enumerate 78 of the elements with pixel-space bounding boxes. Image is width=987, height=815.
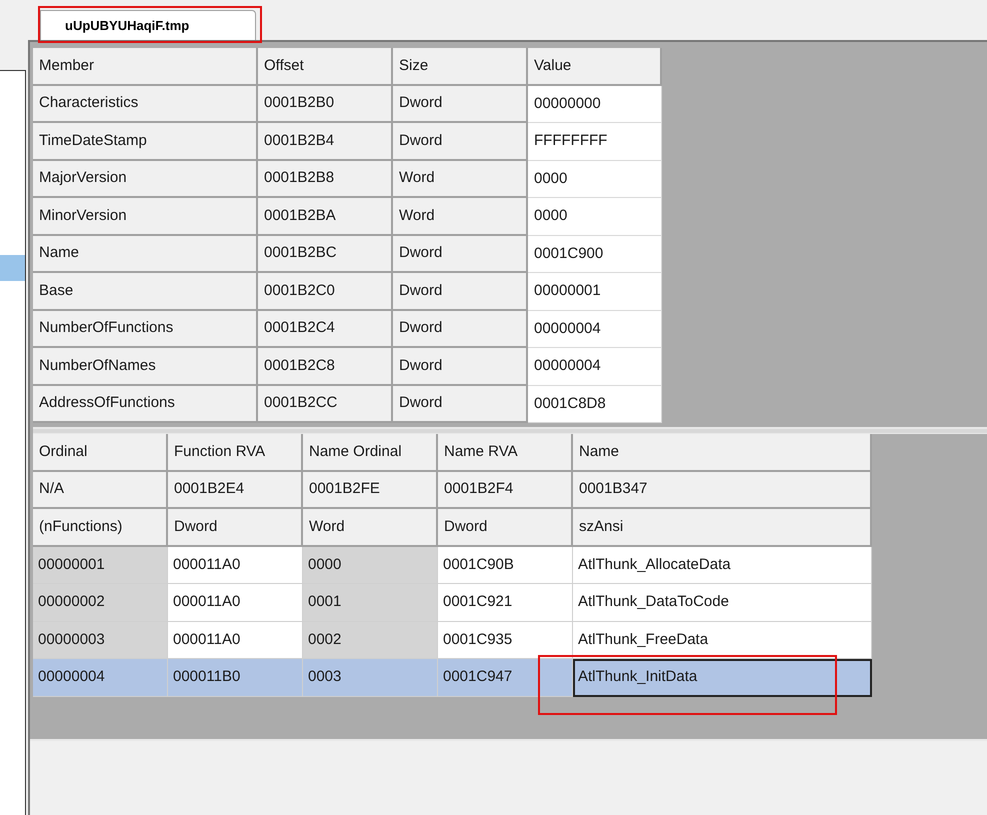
table-cell: Dword — [393, 348, 528, 386]
table-cell: 0001B2BC — [258, 236, 393, 273]
table-cell: Dword — [393, 310, 528, 348]
table-cell[interactable]: 000011B0 — [168, 659, 303, 696]
table-cell: MajorVersion — [33, 160, 258, 198]
table-cell: 0001B2C4 — [258, 310, 393, 348]
column-header[interactable]: Name — [573, 434, 872, 472]
table-cell[interactable]: 0000 — [303, 546, 438, 584]
table-cell[interactable]: 0001C935 — [438, 622, 573, 659]
table-cell: Dword — [393, 236, 528, 273]
table-cell: 00000004 — [528, 310, 662, 348]
table-cell[interactable]: 00000003 — [33, 622, 168, 659]
column-header[interactable]: Offset — [258, 48, 393, 86]
splitter[interactable] — [33, 427, 987, 434]
table-cell: 0001C900 — [528, 236, 662, 273]
table-cell[interactable]: 000011A0 — [168, 546, 303, 584]
table-cell: 0001B2FE — [303, 472, 438, 509]
table-cell: 0001B2B8 — [258, 160, 393, 198]
table-cell: 0001B2CC — [258, 386, 393, 423]
table-cell[interactable]: 0003 — [303, 659, 438, 696]
table-cell: 0001B2BA — [258, 198, 393, 236]
table-cell: 0001B2B0 — [258, 86, 393, 123]
table-cell: Dword — [393, 123, 528, 160]
tree-selection[interactable] — [0, 255, 25, 281]
table-cell: 0000 — [528, 198, 662, 236]
table-cell: MinorVersion — [33, 198, 258, 236]
table-cell: TimeDateStamp — [33, 123, 258, 160]
table-cell: szAnsi — [573, 509, 872, 546]
table-cell: 0001B2C8 — [258, 348, 393, 386]
table-cell: 00000001 — [528, 273, 662, 310]
table-cell[interactable]: AtlThunk_FreeData — [573, 622, 872, 659]
column-header[interactable]: Ordinal — [33, 434, 168, 472]
table-cell[interactable]: 000011A0 — [168, 622, 303, 659]
table-cell[interactable]: 0001C947 — [438, 659, 573, 696]
table-cell: Dword — [393, 273, 528, 310]
table-cell[interactable]: 000011A0 — [168, 584, 303, 622]
table-cell: 0001C8D8 — [528, 386, 662, 423]
column-header[interactable]: Member — [33, 48, 258, 86]
table-cell[interactable]: 00000004 — [33, 659, 168, 696]
table-cell: Dword — [168, 509, 303, 546]
table-cell: NumberOfFunctions — [33, 310, 258, 348]
table-cell[interactable]: AtlThunk_AllocateData — [573, 546, 872, 584]
table-cell: 0001B2F4 — [438, 472, 573, 509]
table-cell: Word — [393, 198, 528, 236]
table-cell: 00000004 — [528, 348, 662, 386]
table-cell: Dword — [393, 386, 528, 423]
table-cell: N/A — [33, 472, 168, 509]
file-tab[interactable]: uUpUBYUHaqiF.tmp — [40, 10, 256, 40]
column-header[interactable]: Value — [528, 48, 662, 86]
table-cell: 0001B2B4 — [258, 123, 393, 160]
column-header[interactable]: Size — [393, 48, 528, 86]
table-cell[interactable]: 00000001 — [33, 546, 168, 584]
table-cell: Word — [393, 160, 528, 198]
table-cell: Dword — [393, 86, 528, 123]
table-cell: AddressOfFunctions — [33, 386, 258, 423]
table-cell: FFFFFFFF — [528, 123, 662, 160]
table-cell: 0001B347 — [573, 472, 872, 509]
table-cell[interactable]: 00000002 — [33, 584, 168, 622]
column-header[interactable]: Name Ordinal — [303, 434, 438, 472]
table-cell: 0000 — [528, 160, 662, 198]
table-cell: NumberOfNames — [33, 348, 258, 386]
table-cell: Word — [303, 509, 438, 546]
table-cell: Dword — [438, 509, 573, 546]
column-header[interactable]: Name RVA — [438, 434, 573, 472]
column-header[interactable]: Function RVA — [168, 434, 303, 472]
table-cell[interactable]: 0001C921 — [438, 584, 573, 622]
table-cell[interactable]: AtlThunk_InitData — [573, 659, 872, 696]
table-cell[interactable]: 0002 — [303, 622, 438, 659]
table-cell: (nFunctions) — [33, 509, 168, 546]
table-cell: 00000000 — [528, 86, 662, 123]
table-cell: Characteristics — [33, 86, 258, 123]
table-cell: Base — [33, 273, 258, 310]
table-cell: 0001B2C0 — [258, 273, 393, 310]
table-cell[interactable]: 0001C90B — [438, 546, 573, 584]
table-cell[interactable]: AtlThunk_DataToCode — [573, 584, 872, 622]
table-cell[interactable]: 0001 — [303, 584, 438, 622]
table-cell: Name — [33, 236, 258, 273]
table-cell: 0001B2E4 — [168, 472, 303, 509]
